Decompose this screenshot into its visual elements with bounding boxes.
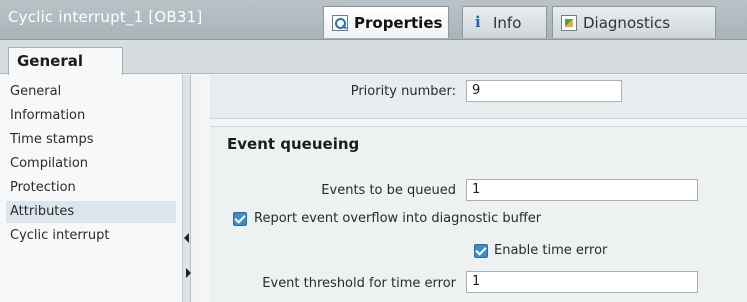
sidebar-item-cyclic-interrupt[interactable]: Cyclic interrupt [6,225,176,247]
enable-time-error-checkbox[interactable] [474,244,488,258]
sidebar-item-time-stamps[interactable]: Time stamps [6,129,176,151]
diagnostics-icon [561,14,577,31]
tab-properties[interactable]: Properties [323,6,449,38]
window-title: Cyclic interrupt_1 [OB31] [8,8,203,26]
events-to-be-queued-label: Events to be queued [321,183,456,198]
properties-icon [332,14,348,31]
sidebar-item-information[interactable]: Information [6,105,176,127]
sidebar-nav: General Information Time stamps Compilat… [0,75,183,302]
tab-info-label: Info [493,13,522,32]
sidebar-item-general[interactable]: General [6,81,176,103]
events-to-be-queued-field[interactable]: 1 [466,179,698,201]
collapse-left-icon[interactable] [184,233,189,243]
event-queueing-heading: Event queueing [227,135,360,153]
tab-properties-label: Properties [354,13,443,32]
event-threshold-field[interactable]: 1 [466,271,698,293]
event-threshold-label: Event threshold for time error [262,276,456,291]
subtab-bar: General [0,40,747,75]
tab-info[interactable]: Info [462,6,547,38]
report-overflow-label: Report event overflow into diagnostic bu… [254,211,542,226]
sidebar-item-protection[interactable]: Protection [6,177,176,199]
sidebar-item-compilation[interactable]: Compilation [6,153,176,175]
priority-number-label: Priority number: [350,84,456,99]
info-icon [471,13,487,31]
sidebar-item-attributes[interactable]: Attributes [6,201,176,223]
title-bar: Cyclic interrupt_1 [OB31] Properties Inf… [0,0,747,40]
tab-diagnostics-label: Diagnostics [583,13,671,32]
tab-general[interactable]: General [8,47,123,75]
enable-time-error-label: Enable time error [494,243,608,258]
tab-diagnostics[interactable]: Diagnostics [552,6,716,38]
expand-right-icon[interactable] [186,268,191,278]
report-overflow-checkbox[interactable] [233,212,247,226]
priority-number-field[interactable]: 9 [466,80,622,102]
